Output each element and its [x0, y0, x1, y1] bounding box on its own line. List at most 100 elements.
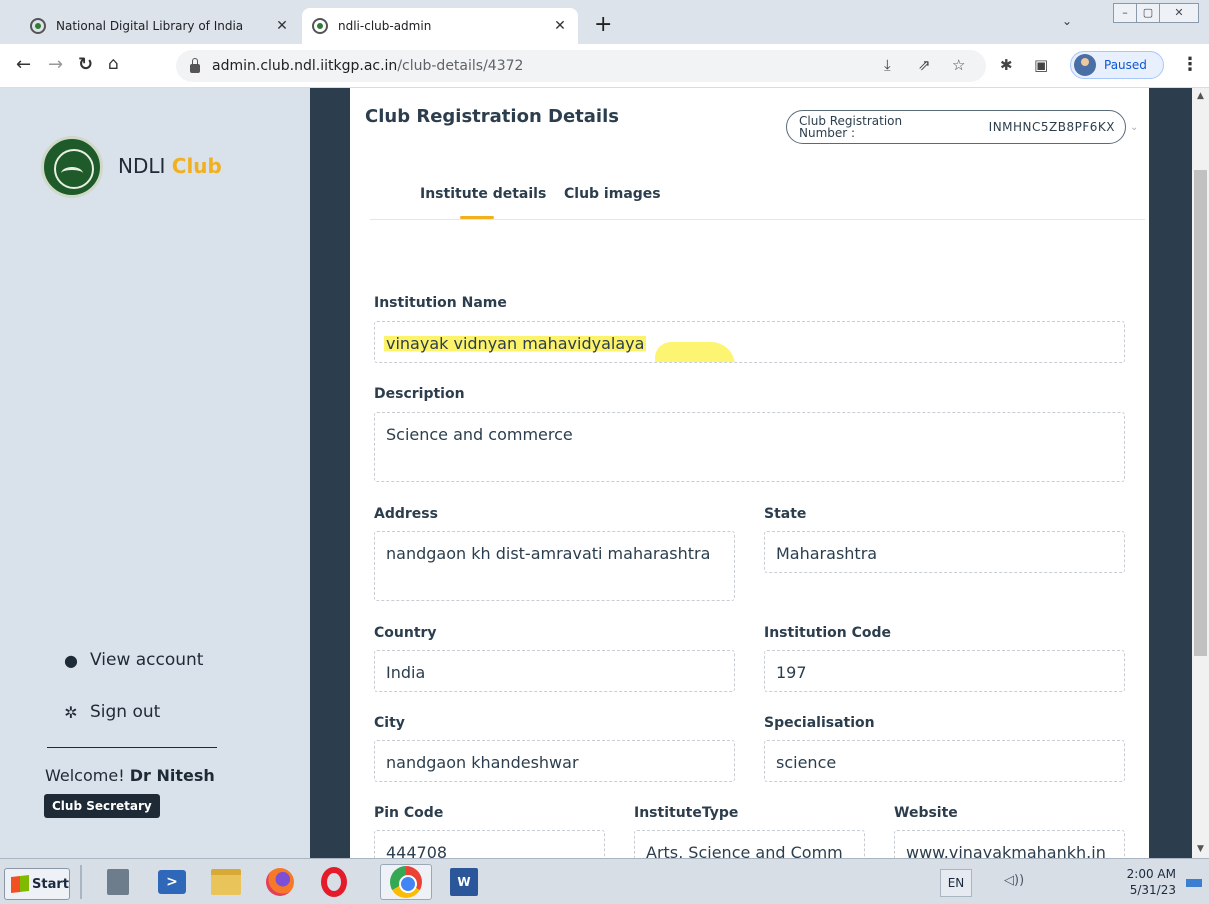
welcome-prefix: Welcome!: [45, 766, 125, 785]
ndli-favicon-icon: [30, 18, 46, 34]
role-badge: Club Secretary: [44, 794, 160, 818]
website-value: www.vinayakmahankh.in: [906, 843, 1106, 858]
clock-time: 2:00 AM: [1126, 867, 1176, 881]
page-scrollbar[interactable]: ▲ ▼: [1192, 88, 1209, 858]
institute-type-value: Arts, Science and Comm: [646, 843, 843, 858]
tab-institute-details[interactable]: Institute details: [420, 186, 546, 202]
scroll-down-arrow-icon[interactable]: ▼: [1192, 841, 1209, 858]
brand-prefix: NDLI: [118, 154, 166, 178]
country-label: Country: [374, 625, 437, 641]
clock-date: 5/31/23: [1129, 883, 1176, 897]
start-button[interactable]: Start: [4, 868, 70, 900]
sign-out-label: Sign out: [90, 702, 161, 722]
scroll-up-arrow-icon[interactable]: ▲: [1192, 88, 1209, 105]
extensions-puzzle-icon[interactable]: ✱: [1000, 56, 1013, 74]
profile-button[interactable]: Paused: [1070, 51, 1164, 79]
reload-icon[interactable]: ↻: [78, 54, 93, 75]
side-panel-icon[interactable]: ▣: [1034, 56, 1048, 74]
user-icon: ●: [64, 650, 78, 670]
state-value: Maharashtra: [776, 544, 878, 563]
view-account-link[interactable]: ● View account: [62, 650, 203, 670]
specialisation-field[interactable]: science: [764, 740, 1125, 782]
language-indicator[interactable]: EN: [940, 869, 972, 897]
share-icon[interactable]: ⇗: [918, 56, 931, 74]
institute-type-label: InstituteType: [634, 805, 739, 821]
browser-tab-strip: National Digital Library of India ✕ ndli…: [0, 0, 1209, 44]
city-field[interactable]: nandgaon khandeshwar: [374, 740, 735, 782]
country-field[interactable]: India: [374, 650, 735, 692]
view-account-label: View account: [90, 650, 204, 670]
tab-club-images[interactable]: Club images: [564, 186, 661, 202]
specialisation-value: science: [776, 753, 837, 772]
institute-type-field[interactable]: Arts, Science and Comm: [634, 830, 865, 858]
maximize-button[interactable]: ▢: [1136, 3, 1160, 23]
chevron-down-icon: ⌄: [1130, 122, 1139, 133]
close-tab-icon[interactable]: ✕: [274, 18, 290, 34]
institution-code-field[interactable]: 197: [764, 650, 1125, 692]
description-label: Description: [374, 386, 465, 402]
close-window-button[interactable]: ✕: [1159, 3, 1199, 23]
city-label: City: [374, 715, 405, 731]
registration-number-label: Club Registration Number :: [799, 114, 903, 140]
chevron-down-icon[interactable]: ⌄: [1062, 14, 1072, 28]
tab-title: National Digital Library of India: [56, 19, 244, 33]
opera-icon[interactable]: [314, 864, 354, 900]
ndli-favicon-icon: [312, 18, 328, 34]
address-bar[interactable]: admin.club.ndl.iitkgp.ac.in/club-details…: [176, 50, 986, 82]
tab-national-digital-library[interactable]: National Digital Library of India ✕: [20, 8, 300, 44]
tab-title: ndli-club-admin: [338, 19, 432, 33]
start-label: Start: [32, 876, 69, 892]
taskbar-separator: [80, 865, 82, 899]
user-name: Dr Nitesh: [129, 766, 215, 785]
specialisation-label: Specialisation: [764, 715, 875, 731]
pin-code-value: 444708: [386, 843, 448, 858]
sidebar: NDLI Club ● View account ✲ Sign out Welc…: [0, 88, 310, 858]
close-tab-icon[interactable]: ✕: [552, 18, 568, 34]
bookmark-star-icon[interactable]: ☆: [952, 56, 965, 74]
windows-logo-icon: [11, 875, 29, 893]
folder-icon[interactable]: [206, 864, 246, 900]
city-value: nandgaon khandeshwar: [386, 753, 579, 772]
content-right-band: [1149, 88, 1192, 858]
state-field[interactable]: Maharashtra: [764, 531, 1125, 573]
url-path: /club-details/4372: [397, 58, 524, 74]
institution-name-label: Institution Name: [374, 295, 507, 311]
description-field[interactable]: Science and commerce: [374, 412, 1125, 482]
tab-ndli-club-admin[interactable]: ndli-club-admin ✕: [302, 8, 578, 44]
sidebar-divider: [47, 747, 217, 748]
website-label: Website: [894, 805, 958, 821]
detail-tabs: Institute details Club images: [370, 170, 1145, 220]
active-tab-indicator: [460, 216, 494, 219]
firefox-icon[interactable]: [260, 864, 300, 900]
address-value: nandgaon kh dist-amravati maharashtra: [386, 544, 711, 563]
registration-number-field[interactable]: Club Registration Number : INMHNC5ZB8PF6…: [786, 110, 1126, 144]
show-desktop-button[interactable]: [1186, 879, 1202, 887]
minimize-button[interactable]: –: [1113, 3, 1137, 23]
new-tab-button[interactable]: +: [594, 12, 612, 37]
sign-out-link[interactable]: ✲ Sign out: [62, 702, 160, 722]
browser-menu-icon[interactable]: ⋮: [1181, 54, 1199, 75]
chrome-icon[interactable]: [380, 864, 432, 900]
home-icon[interactable]: ⌂: [108, 54, 119, 74]
forward-arrow-icon[interactable]: →: [48, 54, 63, 75]
gear-icon: ✲: [64, 702, 78, 722]
taskbar: Start > W EN ◁)) 2:00 AM 5/31/23: [0, 858, 1209, 904]
institution-name-field[interactable]: vinayak vidnyan mahavidyalaya: [374, 321, 1125, 363]
system-clock[interactable]: 2:00 AM 5/31/23: [1118, 866, 1176, 898]
scroll-thumb[interactable]: [1194, 170, 1207, 656]
back-arrow-icon[interactable]: ←: [16, 54, 31, 75]
server-manager-icon[interactable]: [98, 864, 138, 900]
website-field[interactable]: www.vinayakmahankh.in: [894, 830, 1125, 858]
highlight-mark: [655, 342, 735, 362]
address-field[interactable]: nandgaon kh dist-amravati maharashtra: [374, 531, 735, 601]
pin-code-field[interactable]: 444708: [374, 830, 605, 858]
welcome-text: Welcome! Dr Nitesh: [45, 766, 215, 785]
install-app-icon[interactable]: ⤓: [884, 56, 891, 74]
word-icon[interactable]: W: [444, 864, 484, 900]
brand-suffix: Club: [171, 154, 222, 178]
content-left-band: [310, 88, 350, 858]
window-controls: – ▢ ✕: [1113, 3, 1199, 23]
volume-icon[interactable]: ◁)): [1004, 873, 1024, 888]
powershell-icon[interactable]: >: [152, 864, 192, 900]
country-value: India: [386, 663, 426, 682]
